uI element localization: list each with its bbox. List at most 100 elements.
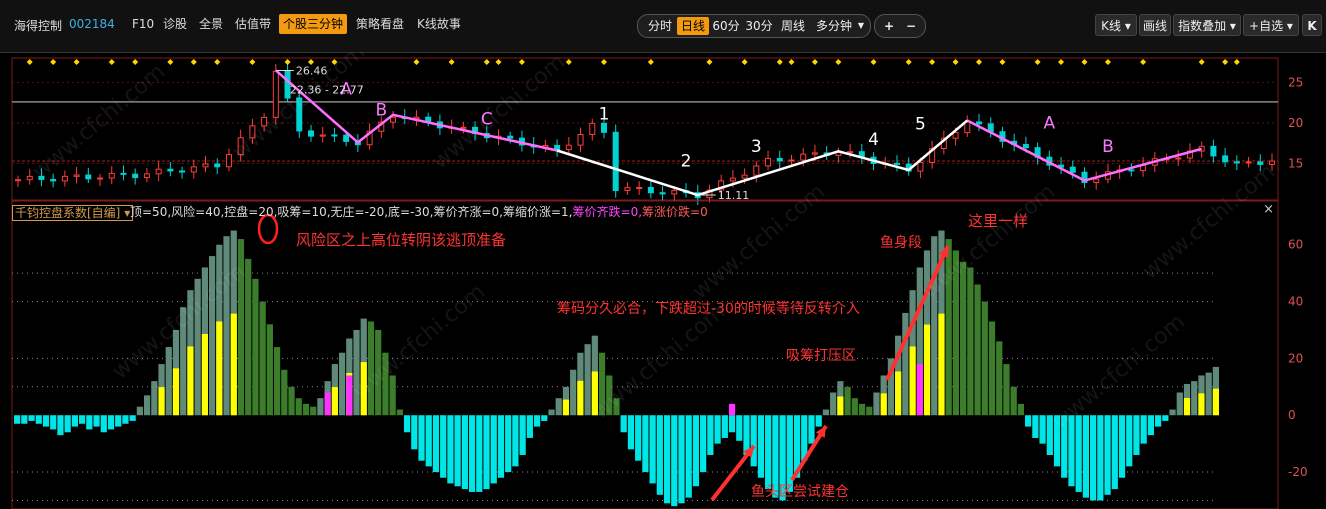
candle-body	[659, 192, 666, 195]
close-indicator-button[interactable]: ×	[1263, 202, 1274, 217]
indicator-inner-bar	[201, 333, 208, 416]
candle-body	[788, 159, 795, 162]
indicator-bar	[505, 415, 512, 473]
indicator-bar	[295, 398, 302, 416]
indicator-bar	[1133, 415, 1140, 456]
signal-diamond	[741, 59, 748, 65]
zoom-out-button[interactable]: −	[903, 17, 919, 35]
candle-body	[85, 174, 92, 180]
indicator-bar	[620, 415, 627, 433]
valuation-button[interactable]: 估值带	[231, 14, 275, 34]
panorama-button[interactable]: 全景	[195, 14, 227, 34]
indicator-bar	[143, 395, 151, 416]
indicator-bar	[967, 267, 974, 416]
period-daily[interactable]: 日线	[677, 17, 709, 35]
indicator-inner-bar	[923, 324, 931, 416]
indicator-bar	[656, 415, 663, 495]
signal-diamond	[905, 59, 912, 65]
three-minute-button[interactable]: 个股三分钟	[279, 14, 348, 34]
candle-body	[73, 174, 80, 177]
candle-body	[1069, 166, 1076, 173]
indicator-bar	[519, 415, 526, 456]
indicator-bar	[1191, 381, 1198, 416]
candle-body	[647, 186, 654, 194]
stock-name: 海得控制	[14, 19, 63, 33]
indicator-bar	[1097, 415, 1104, 501]
indicator-bar	[721, 415, 728, 438]
chart-area[interactable]: 152025AB C 123 45 AB26.4622.36 - 22.7711.11-…	[0, 52, 1326, 509]
signal-diamond	[1140, 59, 1147, 65]
period-weekly[interactable]: 周线	[777, 17, 809, 35]
watermark-text: www.cfchi.com	[428, 52, 570, 175]
indicator-inner-bar	[577, 380, 584, 416]
indicator-bar	[129, 415, 136, 421]
indicator-bar	[1090, 415, 1097, 501]
indicator-bar	[497, 415, 505, 478]
indicator-bar	[974, 284, 981, 416]
top-toolbar: 海得控制 002184 F10 诊股 全景 估值带 个股三分钟 策略看盘 K线故…	[0, 0, 1326, 53]
signal-diamond	[1081, 59, 1088, 65]
kline-story-button[interactable]: K线故事	[413, 14, 465, 34]
candle-body	[319, 134, 326, 137]
signal-diamond	[870, 59, 877, 65]
signal-diamond	[448, 59, 455, 65]
period-30min[interactable]: 30分	[743, 17, 775, 35]
price-tick-label: 15	[1288, 156, 1303, 170]
indicator-bar	[642, 415, 649, 473]
indicator-bar	[86, 415, 93, 430]
f10-button[interactable]: F10	[128, 14, 158, 34]
period-multi-minute[interactable]: 多分钟	[811, 17, 857, 35]
indicator-bar	[425, 415, 432, 467]
signal-diamond	[413, 59, 420, 65]
candle-body	[108, 172, 115, 179]
candle-body	[132, 173, 139, 179]
watchlist-dropdown[interactable]: +自选 ▾	[1243, 14, 1299, 36]
draw-line-button[interactable]: 画线	[1139, 14, 1171, 36]
k-button[interactable]: K	[1302, 14, 1322, 36]
indicator-bar	[844, 386, 851, 416]
indicator-bar	[454, 415, 461, 487]
indicator-bar	[1118, 415, 1126, 478]
annotation-text: 鱼身段	[880, 234, 922, 251]
indicator-bar	[678, 415, 685, 504]
candle-body	[225, 154, 232, 168]
period-intraday[interactable]: 分时	[644, 17, 676, 35]
indicator-params-main: 顶=50,风险=40,控盘=20,吸筹=10,无庄=-20,底=-30,筹价齐涨…	[130, 205, 573, 219]
candle-body	[765, 157, 772, 167]
index-overlay-dropdown[interactable]: 指数叠加 ▾	[1173, 14, 1241, 36]
candle-body	[624, 187, 631, 192]
zoom-in-button[interactable]: +	[881, 17, 897, 35]
candle-body	[390, 116, 397, 123]
diagnose-button[interactable]: 诊股	[159, 14, 191, 34]
indicator-bar	[663, 415, 671, 504]
indicator-bar	[57, 415, 64, 436]
kline-dropdown[interactable]: K线 ▾	[1095, 14, 1137, 36]
signal-diamond	[1222, 59, 1229, 65]
period-60min[interactable]: 60分	[710, 17, 742, 35]
strategy-button[interactable]: 策略看盘	[352, 14, 408, 34]
indicator-bar	[808, 415, 815, 444]
signal-diamond	[1104, 59, 1111, 65]
indicator-title[interactable]: 千钧控盘系数[自编] ▾	[12, 205, 134, 221]
candle-body	[190, 166, 197, 173]
candle-body	[155, 168, 162, 175]
indicator-bar	[700, 415, 707, 473]
wave-label: 5	[915, 114, 926, 134]
indicator-bar	[728, 415, 736, 433]
indicator-inner-bar	[216, 321, 223, 416]
candle-body	[776, 157, 783, 162]
chevron-down-icon[interactable]: ▼	[856, 17, 866, 35]
watchlist-label: +自选	[1249, 19, 1284, 33]
candle-body	[893, 162, 900, 165]
indicator-inner-bar	[837, 396, 844, 416]
wave-label: 1	[599, 105, 610, 125]
candle-body	[976, 121, 983, 125]
candle-body	[1128, 169, 1135, 172]
indicator-bar	[548, 409, 555, 416]
indicator-bar	[122, 415, 129, 424]
indicator-bars	[14, 230, 1219, 507]
candle-body	[636, 186, 643, 189]
signal-diamond	[1058, 59, 1065, 65]
signal-diamond	[1198, 59, 1205, 65]
candle-body	[811, 152, 818, 155]
